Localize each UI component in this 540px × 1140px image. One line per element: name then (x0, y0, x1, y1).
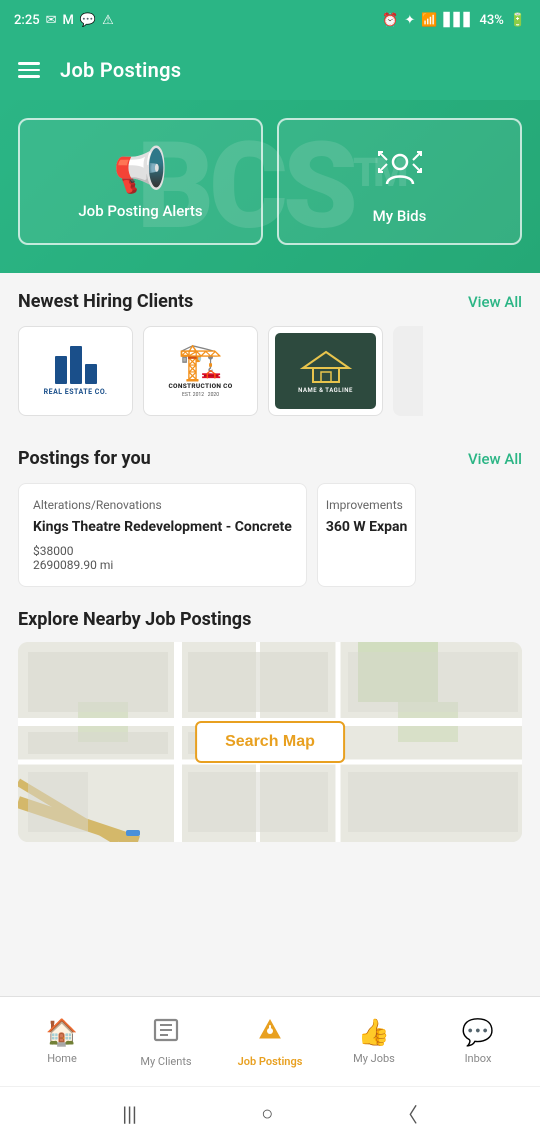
re-bars-icon (55, 346, 97, 384)
hero-cards: 📢 Job Posting Alerts (18, 118, 522, 245)
newest-clients-view-all[interactable]: View All (468, 293, 522, 311)
job-postings-icon (256, 1016, 284, 1051)
battery-percentage: 43% (479, 13, 503, 28)
posting-category: Alterations/Renovations (33, 498, 292, 512)
status-left: 2:25 ✉ M 💬 ⚠ (14, 13, 114, 28)
posting-category-2: Improvements (326, 498, 408, 512)
msg-icon: ✉ (46, 13, 57, 28)
nav-label-home: Home (47, 1052, 77, 1065)
posting-title: Kings Theatre Redevelopment - Concrete (33, 518, 292, 536)
alerts-label: Job Posting Alerts (78, 202, 202, 220)
job-posting-alerts-card[interactable]: 📢 Job Posting Alerts (18, 118, 263, 245)
postings-row: Alterations/Renovations Kings Theatre Re… (18, 483, 522, 605)
my-clients-icon (152, 1016, 180, 1051)
nt-company-name: NAME & TAGLINE (298, 387, 353, 394)
postings-view-all[interactable]: View All (468, 450, 522, 468)
posting-meta: $38000 2690089.90 mi (33, 544, 292, 572)
map-container: Search Map (18, 642, 522, 842)
postings-title: Postings for you (18, 448, 151, 469)
nav-item-my-jobs[interactable]: 👍 My Jobs (322, 1018, 426, 1065)
newest-clients-header: Newest Hiring Clients View All (18, 291, 522, 312)
explore-title: Explore Nearby Job Postings (18, 605, 522, 630)
battery-icon: 🔋 (510, 13, 526, 28)
nav-label-inbox: Inbox (465, 1052, 492, 1065)
mail-icon: M (63, 13, 74, 28)
alert-icon: ⚠ (102, 13, 114, 28)
bids-label: My Bids (373, 207, 427, 225)
inbox-icon: 💬 (462, 1018, 494, 1048)
client-card-partial (393, 326, 423, 416)
newest-clients-title: Newest Hiring Clients (18, 291, 193, 312)
main-content: Newest Hiring Clients View All REAL ESTA… (0, 273, 540, 1063)
nav-label-my-clients: My Clients (140, 1055, 191, 1068)
re-company-name: REAL ESTATE CO. (44, 388, 108, 396)
alarm-icon: ⏰ (382, 13, 398, 28)
search-map-button[interactable]: Search Map (195, 721, 345, 763)
status-right: ⏰ ✦ 📶 ▋▋▋ 43% 🔋 (382, 13, 526, 28)
construction-name: CONSTRUCTION CO (168, 382, 232, 390)
chat-icon: 💬 (80, 13, 96, 28)
status-bar: 2:25 ✉ M 💬 ⚠ ⏰ ✦ 📶 ▋▋▋ 43% 🔋 (0, 0, 540, 40)
signal-icon: ▋▋▋ (443, 13, 473, 28)
nav-item-job-postings[interactable]: Job Postings (218, 1016, 322, 1068)
bluetooth-icon: ✦ (404, 13, 415, 28)
construction-sub: EST. 2012 2020 (182, 392, 219, 398)
clients-row: REAL ESTATE CO. 🏗️ CONSTRUCTION CO EST. … (18, 326, 522, 430)
home-icon: 🏠 (46, 1018, 78, 1048)
system-nav-bar: ||| ○ 〈 (0, 1086, 540, 1140)
nav-item-home[interactable]: 🏠 Home (10, 1018, 114, 1065)
nt-house-icon (299, 348, 353, 384)
newest-clients-section: Newest Hiring Clients View All REAL ESTA… (0, 273, 540, 430)
nav-label-job-postings: Job Postings (238, 1055, 303, 1068)
home-button[interactable]: ○ (261, 1101, 273, 1126)
client-card-real-estate[interactable]: REAL ESTATE CO. (18, 326, 133, 416)
postings-section: Postings for you View All Alterations/Re… (0, 430, 540, 605)
bottom-nav: 🏠 Home My Clients Job Postings 👍 My Jobs (0, 996, 540, 1086)
bids-icon (373, 142, 427, 197)
page-title: Job Postings (60, 58, 181, 82)
app-header: Job Postings (0, 40, 540, 100)
hero-section: BCSTM 📢 Job Posting Alerts (0, 100, 540, 273)
status-time: 2:25 (14, 13, 40, 28)
my-jobs-icon: 👍 (358, 1018, 390, 1048)
alerts-icon: 📢 (113, 148, 168, 192)
construction-icon: 🏗️ (178, 344, 223, 380)
posting-distance: 2690089.90 mi (33, 558, 113, 572)
client-card-nametagline[interactable]: NAME & TAGLINE (268, 326, 383, 416)
wifi-icon: 📶 (421, 13, 437, 28)
my-bids-card[interactable]: My Bids (277, 118, 522, 245)
explore-section: Explore Nearby Job Postings (0, 605, 540, 860)
posting-card-partial[interactable]: Improvements 360 W Expan (317, 483, 417, 587)
postings-header: Postings for you View All (18, 448, 522, 469)
recent-apps-button[interactable]: ||| (122, 1102, 137, 1126)
nav-label-my-jobs: My Jobs (353, 1052, 395, 1065)
posting-price: $38000 (33, 544, 73, 558)
nav-item-inbox[interactable]: 💬 Inbox (426, 1018, 530, 1065)
posting-title-2: 360 W Expan (326, 518, 408, 536)
menu-button[interactable] (18, 62, 40, 78)
back-button[interactable]: 〈 (398, 1099, 418, 1128)
nav-item-my-clients[interactable]: My Clients (114, 1016, 218, 1068)
client-card-construction[interactable]: 🏗️ CONSTRUCTION CO EST. 2012 2020 (143, 326, 258, 416)
posting-card-kings-theatre[interactable]: Alterations/Renovations Kings Theatre Re… (18, 483, 307, 587)
